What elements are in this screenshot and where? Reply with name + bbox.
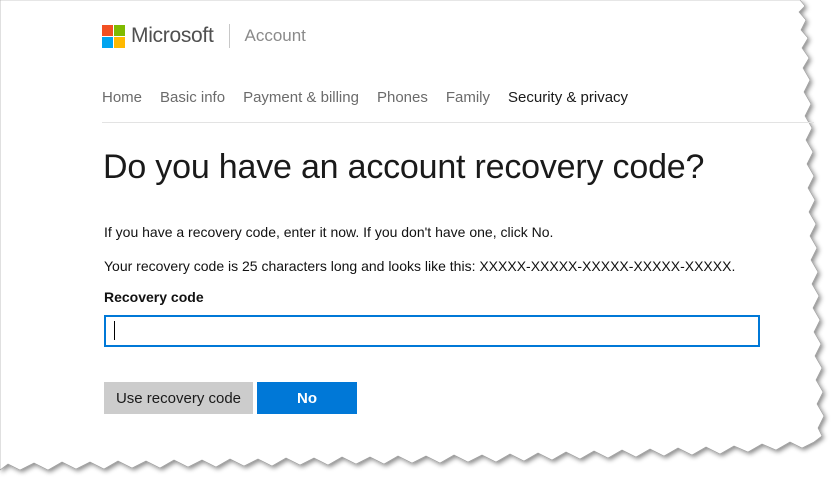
logo-square-blue [102, 36, 113, 48]
recovery-code-input[interactable] [104, 315, 760, 347]
header-divider [229, 24, 231, 48]
nav-item-security-privacy[interactable]: Security & privacy [508, 89, 628, 106]
format-hint-text: Your recovery code is 25 characters long… [104, 258, 736, 274]
page-title: Do you have an account recovery code? [103, 148, 705, 186]
nav-item-basic-info[interactable]: Basic info [160, 89, 225, 106]
account-page: Microsoft Account Home Basic info Paymen… [0, 0, 837, 481]
no-button[interactable]: No [257, 382, 357, 414]
account-nav: Home Basic info Payment & billing Phones… [102, 89, 646, 106]
nav-item-family[interactable]: Family [446, 89, 490, 106]
brand-name[interactable]: Microsoft [131, 24, 214, 48]
recovery-code-label: Recovery code [104, 289, 204, 305]
nav-item-phones[interactable]: Phones [377, 89, 428, 106]
logo-square-red [102, 24, 113, 36]
nav-item-payment-billing[interactable]: Payment & billing [243, 89, 359, 106]
nav-item-home[interactable]: Home [102, 89, 142, 106]
logo-square-yellow [114, 36, 125, 48]
nav-divider [102, 122, 814, 123]
instruction-text: If you have a recovery code, enter it no… [104, 224, 554, 240]
section-name[interactable]: Account [244, 26, 305, 46]
use-recovery-code-button[interactable]: Use recovery code [104, 382, 253, 414]
logo-square-green [114, 24, 125, 36]
microsoft-logo-icon[interactable] [102, 24, 125, 48]
site-header: Microsoft Account [102, 22, 306, 50]
text-caret [114, 321, 115, 340]
